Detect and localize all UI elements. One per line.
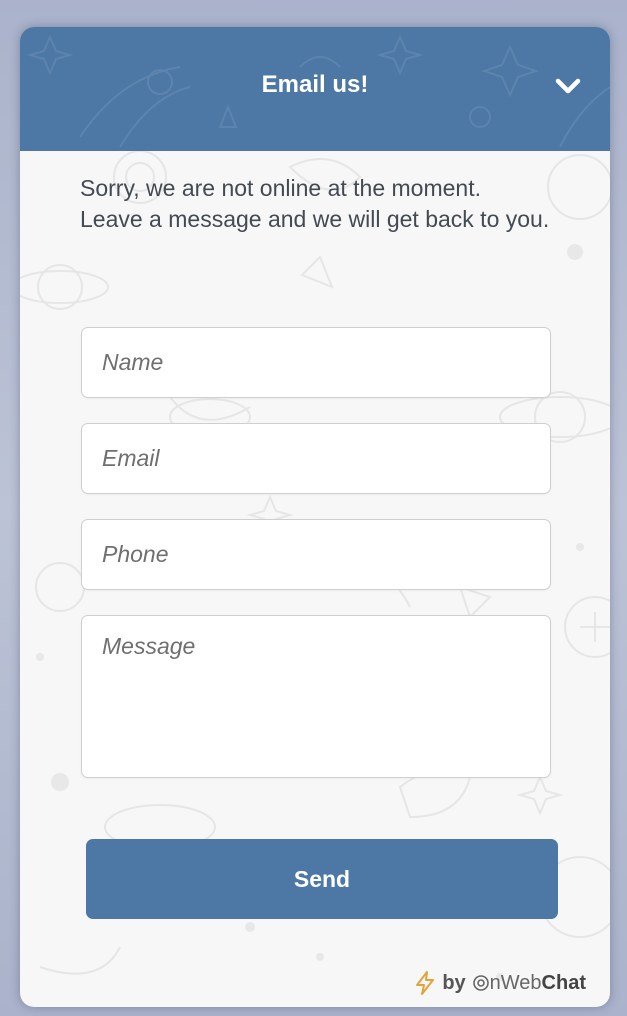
email-input[interactable] <box>81 423 551 494</box>
message-textarea[interactable] <box>81 615 551 778</box>
brand-name-bold: Chat <box>541 971 586 994</box>
chevron-down-icon <box>555 78 581 94</box>
name-input[interactable] <box>81 327 551 398</box>
collapse-button[interactable] <box>548 67 588 107</box>
brand-name-light: nWeb <box>489 971 542 994</box>
header-title: Email us! <box>261 71 369 98</box>
widget-header[interactable]: Email us! <box>20 27 610 151</box>
send-button[interactable]: Send <box>86 839 558 919</box>
at-sign-logo-icon <box>472 975 489 991</box>
powered-by-link[interactable]: by nWeb Chat <box>414 969 586 997</box>
offline-message: Sorry, we are not online at the moment. … <box>80 175 550 232</box>
phone-input[interactable] <box>81 519 551 590</box>
lightning-bolt-icon <box>416 971 435 995</box>
chat-widget: Email us! Sorry, we are not online at th… <box>20 27 610 1007</box>
powered-by-label: by <box>442 971 466 994</box>
page-backdrop: Email us! Sorry, we are not online at th… <box>0 0 627 1016</box>
